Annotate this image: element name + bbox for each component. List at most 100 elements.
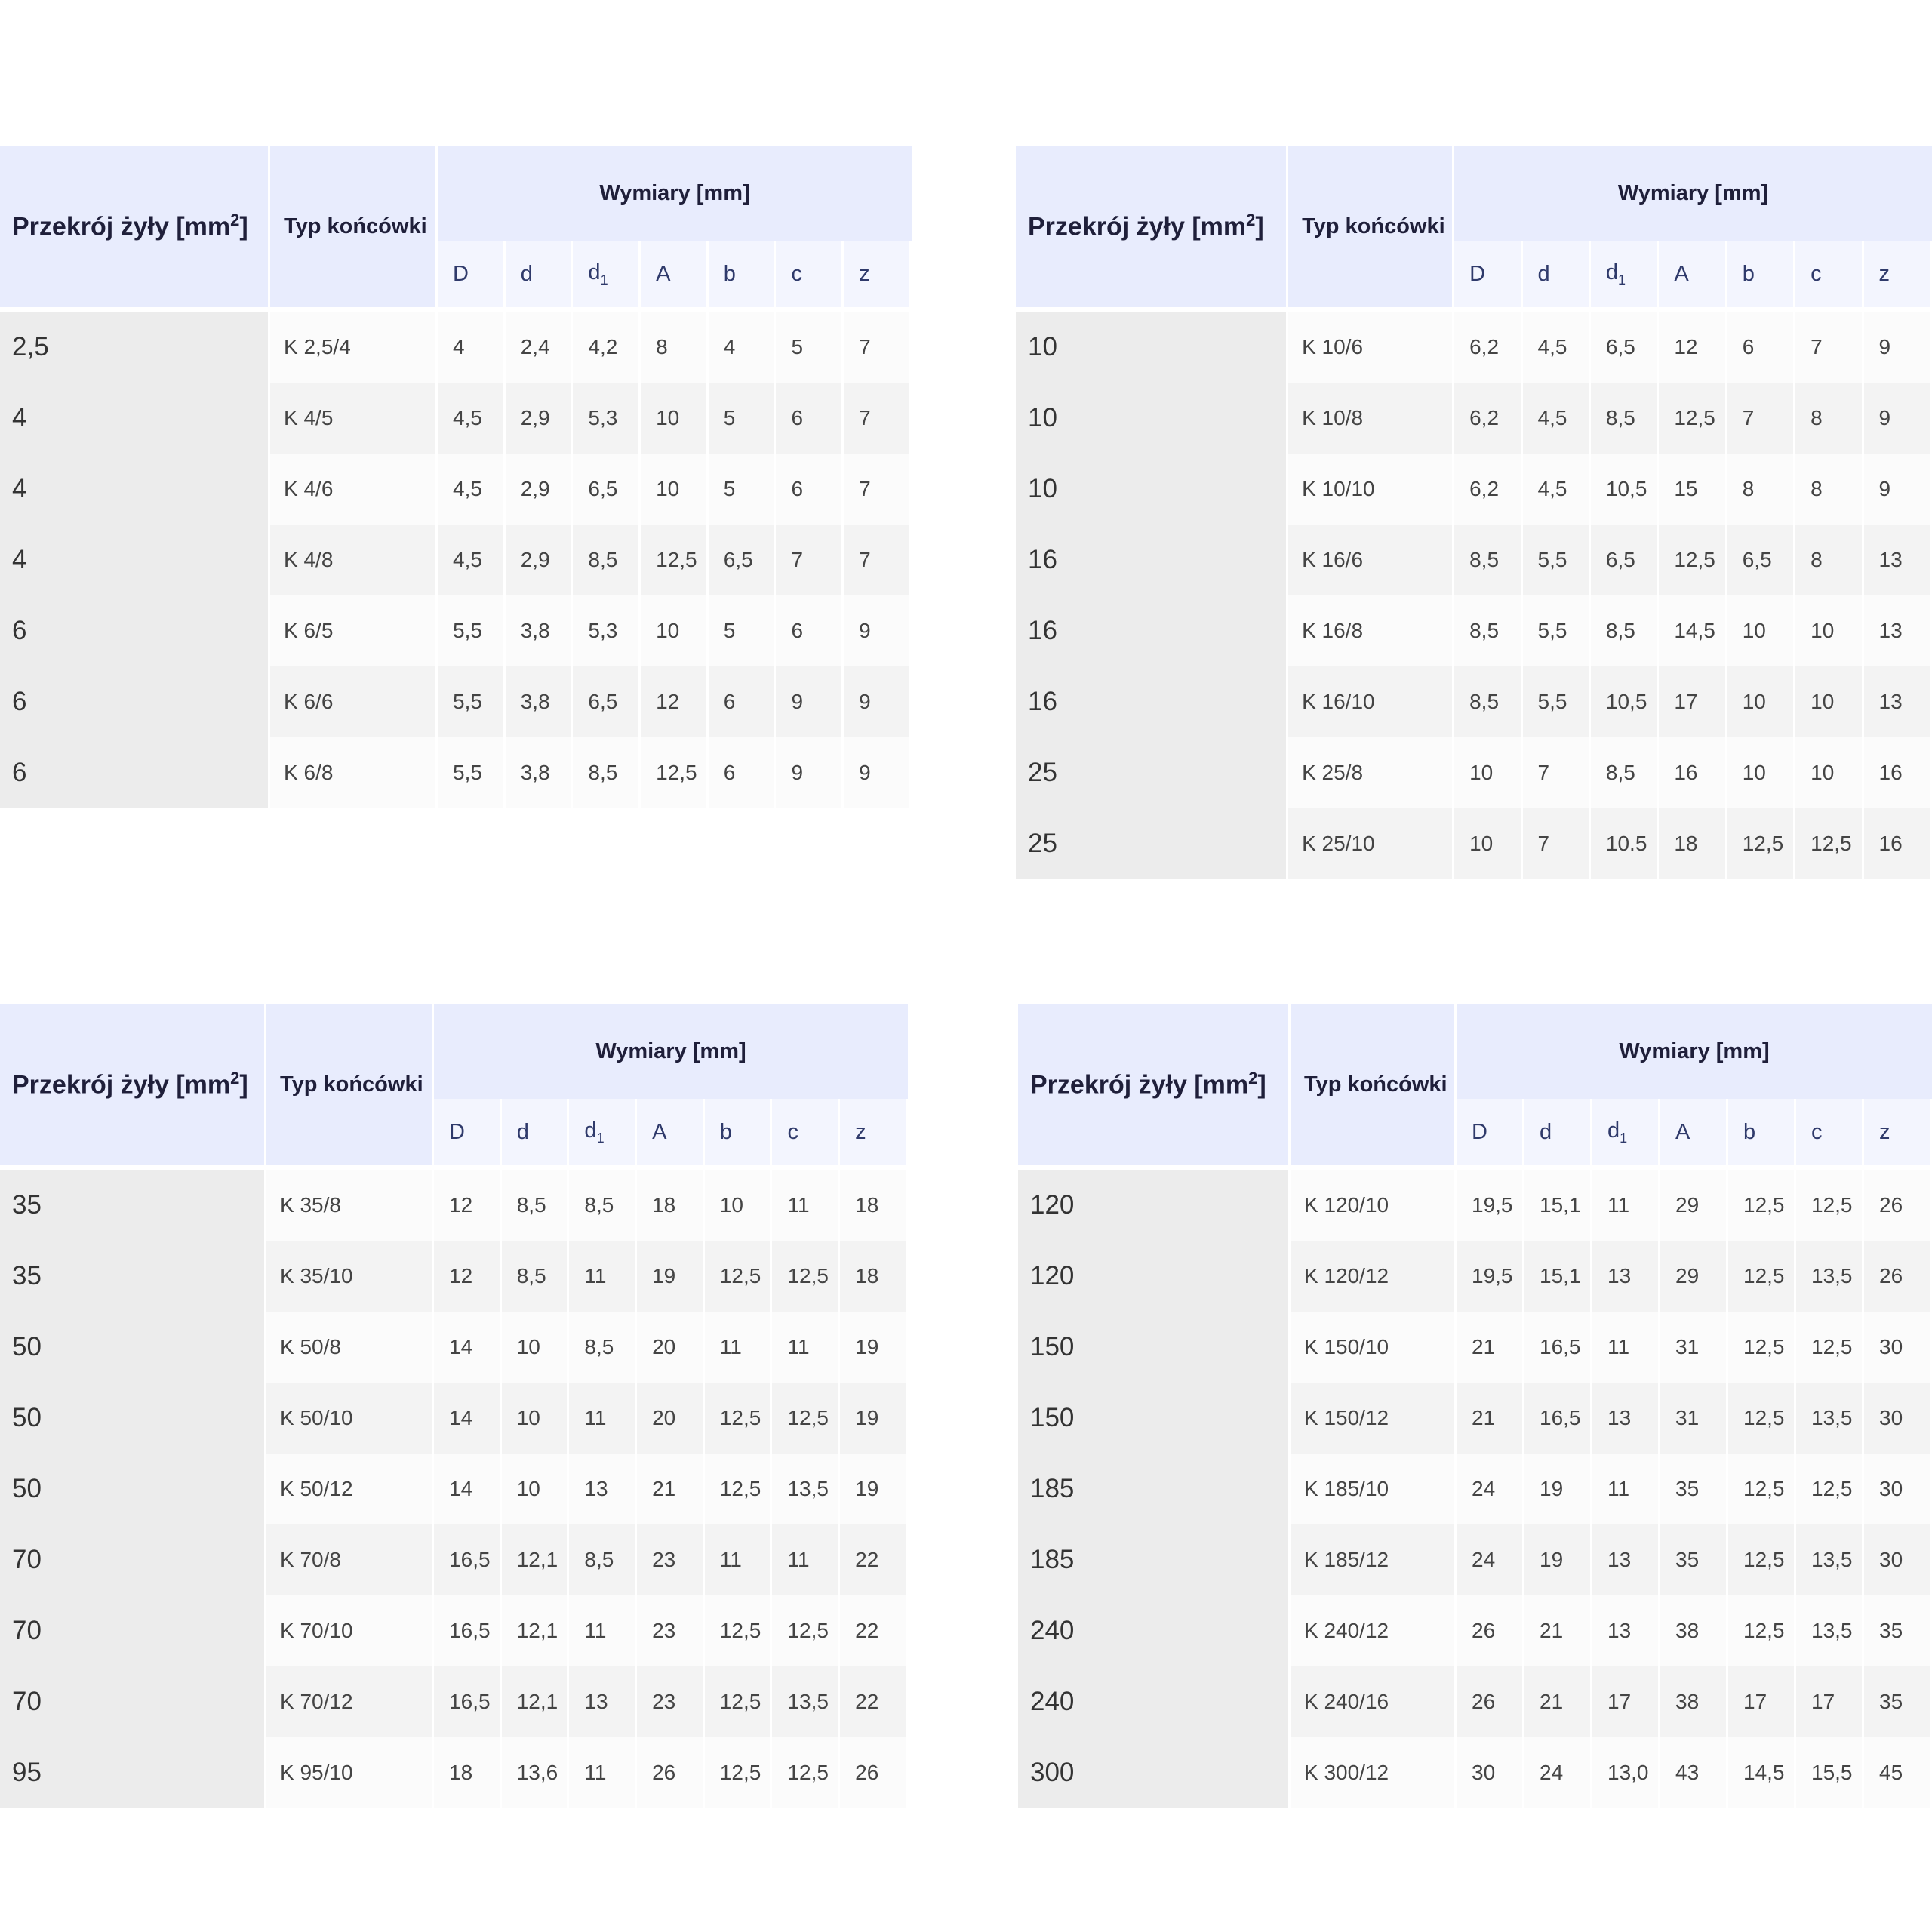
cell-value: 8,5 — [1454, 595, 1523, 666]
subheader-col: A — [1660, 1099, 1728, 1170]
cell-value: 21 — [1457, 1312, 1524, 1383]
subheader-col-label: D — [1469, 261, 1486, 286]
subheader-col-label: b — [1742, 261, 1755, 286]
subheader-col-label: z — [855, 1119, 866, 1144]
cell-value: 31 — [1660, 1383, 1728, 1454]
table-row: 4K 4/6 4,5 2,9 6,5 10 5 6 7 — [0, 454, 912, 525]
cell-przekroj: 120 — [1018, 1241, 1291, 1312]
cell-przekroj: 4 — [0, 383, 271, 454]
cell-przekroj: 50 — [0, 1312, 267, 1383]
cell-value: 7 — [844, 383, 912, 454]
subheader-col-label: z — [1878, 261, 1890, 286]
cell-value: 12 — [434, 1241, 502, 1312]
cell-value: 11 — [569, 1241, 638, 1312]
cell-typ: K 10/6 — [1288, 312, 1455, 383]
subheader-col-sub: 1 — [1620, 1130, 1628, 1146]
subheader-col-label: b — [1743, 1119, 1756, 1144]
cell-value: 17 — [1659, 666, 1727, 737]
cell-typ: K 50/12 — [266, 1454, 435, 1524]
subheader-col: d — [501, 1099, 570, 1170]
cell-typ: K 16/6 — [1288, 525, 1455, 595]
table-row: 16 K 16/6 8,5 5,5 6,5 12,5 6,5 8 13 — [1016, 525, 1932, 595]
cell-value: 7 — [776, 525, 844, 595]
cell-value: 8,5 — [569, 1312, 638, 1383]
header-typ: Typ końcówki — [270, 146, 438, 312]
cell-value: 12,5 — [704, 1666, 773, 1737]
cell-value: 11 — [772, 1524, 841, 1595]
subheader-col-label: d — [520, 261, 533, 286]
cell-value: 11 — [1592, 1170, 1660, 1241]
subheader-col-label: d — [1607, 1118, 1620, 1143]
subheader-col-label: A — [652, 1119, 667, 1144]
cell-value: 18 — [840, 1170, 908, 1241]
cell-przekroj: 70 — [0, 1524, 267, 1595]
cell-value: 10 — [641, 595, 709, 666]
cell-value: 15,1 — [1524, 1241, 1592, 1312]
subheader-col: z — [1864, 1099, 1932, 1170]
cell-value: 13 — [1863, 666, 1932, 737]
subheader-col: b — [1727, 241, 1796, 312]
cell-value: 6,5 — [573, 666, 641, 737]
dimensions-table-1: Przekrój żyły [mm2] Typ końcówki Wymiary [… — [0, 146, 912, 808]
subheader-col: d — [1522, 241, 1591, 312]
table-row: 95 K 95/10 18 13,6 11 26 12,5 12,5 26 — [0, 1737, 908, 1808]
cell-przekroj: 240 — [1018, 1595, 1291, 1666]
cell-value: 35 — [1864, 1666, 1932, 1737]
cell-value: 7 — [1522, 808, 1591, 879]
table-row: 240 K 240/12 26 21 13 38 12,5 13,5 35 — [1018, 1595, 1932, 1666]
table-row: 185 K 185/12 24 19 13 35 12,5 13,5 30 — [1018, 1524, 1932, 1595]
subheader-col: c — [1795, 241, 1864, 312]
cell-przekroj: 50 — [0, 1383, 267, 1454]
cell-value: 8,5 — [569, 1170, 638, 1241]
cell-value: 23 — [637, 1666, 705, 1737]
cell-value: 14 — [434, 1312, 502, 1383]
subheader-col: b — [1728, 1099, 1796, 1170]
cell-przekroj: 35 — [0, 1170, 267, 1241]
cell-value: 10,5 — [1590, 666, 1660, 737]
cell-value: 7 — [844, 454, 912, 525]
cell-value: 10 — [1727, 737, 1796, 808]
cell-value: 13 — [1592, 1524, 1660, 1595]
cell-przekroj: 4 — [0, 525, 271, 595]
cell-value: 16,5 — [434, 1524, 502, 1595]
subheader-col-label: d — [1605, 260, 1619, 285]
cell-value: 19 — [1524, 1454, 1592, 1524]
cell-typ: K 10/8 — [1288, 383, 1455, 454]
cell-value: 10 — [501, 1454, 570, 1524]
cell-typ: K 300/12 — [1291, 1737, 1457, 1808]
table-row: 6K 6/6 5,5 3,8 6,5 12 6 9 9 — [0, 666, 912, 737]
cell-value: 16 — [1863, 737, 1932, 808]
cell-value: 11 — [1592, 1312, 1660, 1383]
cell-typ: K 6/5 — [270, 595, 438, 666]
cell-value: 7 — [1727, 383, 1796, 454]
cell-value: 12,5 — [1795, 808, 1864, 879]
cell-value: 11 — [704, 1524, 773, 1595]
cell-value: 2,9 — [505, 525, 574, 595]
cell-value: 17 — [1592, 1666, 1660, 1737]
subheader-col: d1 — [1590, 241, 1660, 312]
header-przekroj-sup: 2 — [230, 1069, 240, 1088]
table-row: 25 K 25/8 10 7 8,5 16 10 10 16 — [1016, 737, 1932, 808]
cell-value: 7 — [1795, 312, 1864, 383]
cell-value: 5,5 — [438, 666, 506, 737]
header-przekroj-label: Przekrój żyły [mm — [1030, 1070, 1249, 1100]
cell-value: 8 — [1727, 454, 1796, 525]
table-row: 150 K 150/12 21 16,5 13 31 12,5 13,5 30 — [1018, 1383, 1932, 1454]
table-row: 4K 4/5 4,5 2,9 5,3 10 5 6 7 — [0, 383, 912, 454]
subheader-col: D — [438, 241, 506, 312]
cell-value: 22 — [840, 1666, 908, 1737]
cell-value: 4,5 — [438, 454, 506, 525]
cell-value: 13 — [1863, 525, 1932, 595]
cell-value: 7 — [844, 312, 912, 383]
cell-value: 9 — [844, 595, 912, 666]
table-row: 120 K 120/12 19,5 15,1 13 29 12,5 13,5 26 — [1018, 1241, 1932, 1312]
cell-value: 29 — [1660, 1170, 1728, 1241]
cell-value: 10.5 — [1590, 808, 1660, 879]
table-row: 120 K 120/10 19,5 15,1 11 29 12,5 12,5 26 — [1018, 1170, 1932, 1241]
cell-value: 4,5 — [1522, 383, 1591, 454]
subheader-col: d1 — [573, 241, 641, 312]
cell-value: 30 — [1457, 1737, 1524, 1808]
cell-value: 26 — [1457, 1595, 1524, 1666]
table-row: 25 K 25/10 10 7 10.5 18 12,5 12,5 16 — [1016, 808, 1932, 879]
cell-value: 11 — [569, 1595, 638, 1666]
